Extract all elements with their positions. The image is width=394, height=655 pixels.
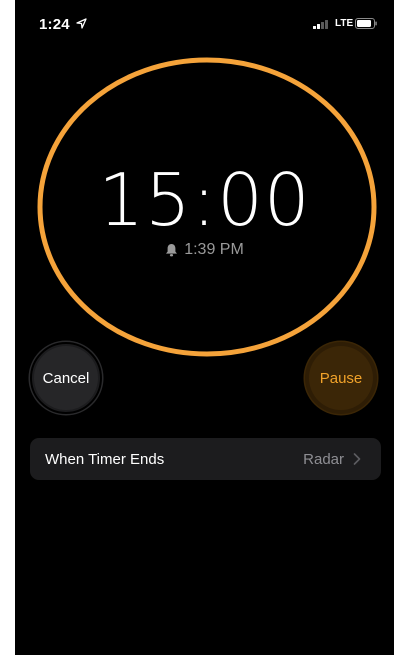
pause-button-label: Pause xyxy=(319,369,363,387)
bell-icon xyxy=(166,244,178,257)
timer-end-time: 1:39 PM xyxy=(15,240,394,260)
pause-button-face[interactable]: Pause xyxy=(309,346,373,410)
status-bar: 1:24 LTE xyxy=(15,0,394,44)
when-timer-ends-label: When Timer Ends xyxy=(45,450,165,468)
pause-button[interactable]: Pause xyxy=(305,342,377,414)
timer-remaining: 15:00 xyxy=(98,158,311,242)
location-arrow-icon xyxy=(76,18,87,29)
cancel-button-face[interactable]: Cancel xyxy=(34,346,98,410)
end-time-label: 1:39 PM xyxy=(184,241,244,258)
cancel-button-label: Cancel xyxy=(42,369,90,387)
status-time: 1:24 xyxy=(39,16,70,33)
battery-icon xyxy=(355,18,377,29)
when-timer-ends-row[interactable]: When Timer Ends Radar xyxy=(30,438,381,480)
network-type: LTE xyxy=(335,18,354,29)
cancel-button[interactable]: Cancel xyxy=(30,342,102,414)
chevron-right-icon xyxy=(353,453,361,465)
when-timer-ends-value: Radar xyxy=(303,451,361,468)
selected-sound: Radar xyxy=(303,450,344,468)
signal-bars-icon xyxy=(313,20,331,29)
timer-screen: 1:24 LTE 15:00 1:39 PM Cancel Pause When… xyxy=(15,0,394,655)
